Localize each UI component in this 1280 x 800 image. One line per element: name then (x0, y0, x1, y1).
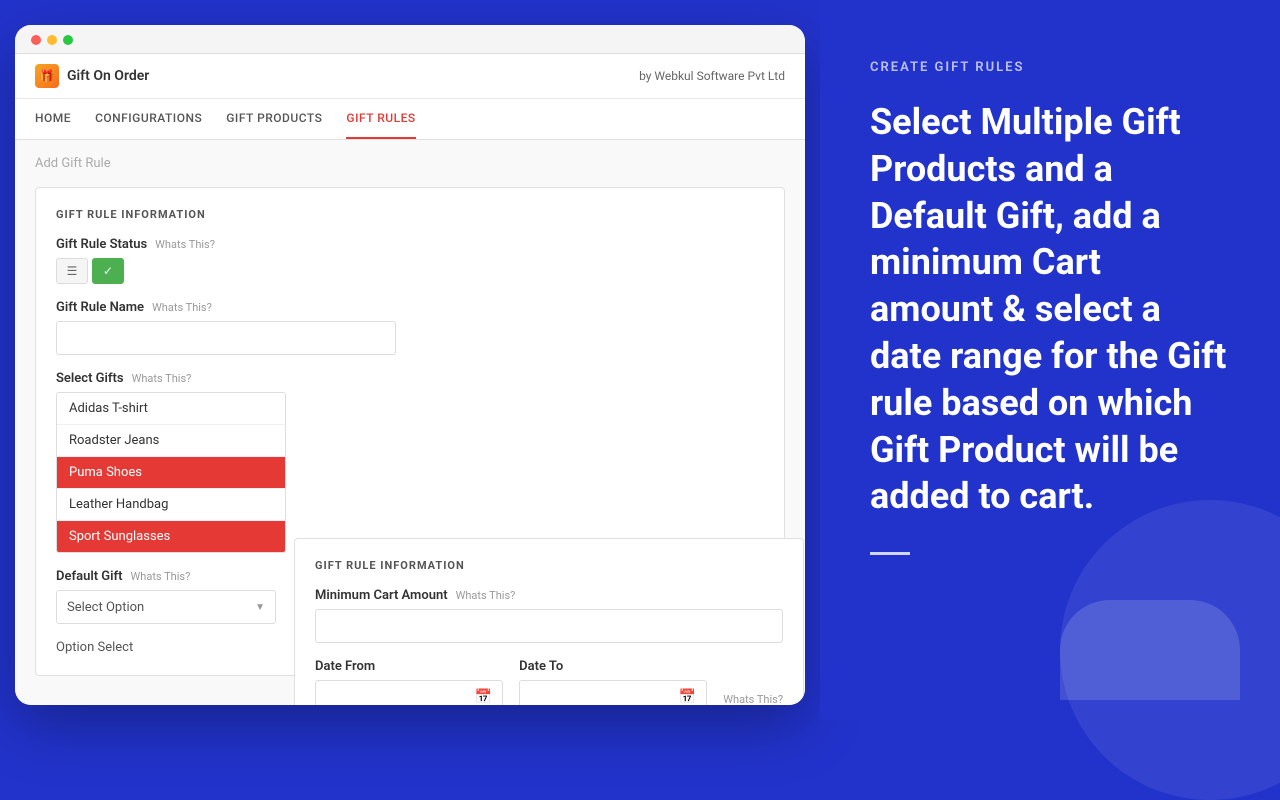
right-panel-title: CREATE GIFT RULES (870, 60, 1230, 75)
deco-circle-2 (1060, 600, 1240, 700)
overlay-card: GIFT RULE INFORMATION Minimum Cart Amoun… (294, 538, 804, 705)
browser-window: 🎁 Gift On Order by Webkul Software Pvt L… (15, 25, 805, 705)
list-item-selected[interactable]: Puma Shoes (57, 457, 285, 489)
default-gift-select[interactable]: Select Option ▼ (56, 590, 276, 624)
right-panel-divider (870, 552, 910, 555)
name-whats-this[interactable]: Whats This? (152, 301, 212, 314)
min-cart-input[interactable] (315, 609, 783, 643)
calendar-icon: 📅 (475, 689, 492, 705)
date-from-input[interactable]: 📅 (315, 680, 503, 705)
app-nav: HOME CONFIGURATIONS GIFT PRODUCTS GIFT R… (15, 99, 805, 140)
page-title: Add Gift Rule (35, 156, 785, 171)
name-label: Gift Rule Name Whats This? (56, 300, 764, 315)
date-whats-this[interactable]: Whats This? (723, 693, 783, 705)
section-title: GIFT RULE INFORMATION (56, 208, 764, 221)
main-layout: 🎁 Gift On Order by Webkul Software Pvt L… (0, 0, 1280, 720)
default-gift-whats-this[interactable]: Whats This? (131, 570, 191, 583)
date-to-col: Date To 📅 (519, 659, 707, 705)
min-cart-group: Minimum Cart Amount Whats This? (315, 588, 783, 643)
list-item[interactable]: Leather Handbag (57, 489, 285, 521)
list-item[interactable]: Roadster Jeans (57, 425, 285, 457)
calendar-icon: 📅 (679, 689, 696, 705)
gift-rule-status-group: Gift Rule Status Whats This? ☰ ✓ (56, 237, 764, 284)
min-cart-label: Minimum Cart Amount Whats This? (315, 588, 783, 603)
min-cart-whats-this[interactable]: Whats This? (456, 589, 516, 602)
nav-gift-products[interactable]: GIFT PRODUCTS (226, 99, 322, 139)
nav-configurations[interactable]: CONFIGURATIONS (95, 99, 202, 139)
left-panel: 🎁 Gift On Order by Webkul Software Pvt L… (0, 0, 820, 720)
browser-chrome (15, 25, 805, 54)
app-content: Add Gift Rule GIFT RULE INFORMATION Gift… (15, 140, 805, 705)
gifts-whats-this[interactable]: Whats This? (132, 372, 192, 385)
close-dot[interactable] (31, 35, 41, 45)
minimize-dot[interactable] (47, 35, 57, 45)
app-logo: 🎁 Gift On Order (35, 64, 149, 88)
overlay-section-title: GIFT RULE INFORMATION (315, 559, 783, 572)
date-whats-this-col: Whats This? (723, 693, 783, 705)
toggle-list-icon[interactable]: ☰ (56, 258, 88, 284)
by-text: by Webkul Software Pvt Ltd (639, 69, 785, 83)
browser-dots (31, 35, 789, 45)
gift-select-list: Adidas T-shirt Roadster Jeans Puma Shoes… (56, 392, 286, 553)
status-label: Gift Rule Status Whats This? (56, 237, 764, 252)
toggle-check-icon[interactable]: ✓ (92, 258, 124, 284)
chevron-down-icon: ▼ (255, 602, 265, 613)
app-name: Gift On Order (67, 68, 149, 84)
date-to-input[interactable]: 📅 (519, 680, 707, 705)
date-to-label: Date To (519, 659, 707, 674)
date-from-label: Date From (315, 659, 503, 674)
main-card: GIFT RULE INFORMATION Gift Rule Status W… (35, 187, 785, 676)
select-gifts-label: Select Gifts Whats This? (56, 371, 764, 386)
list-item-selected[interactable]: Sport Sunglasses (57, 521, 285, 552)
gift-rule-name-input[interactable] (56, 321, 396, 355)
date-from-col: Date From 📅 (315, 659, 503, 705)
nav-gift-rules[interactable]: GIFT RULES (346, 99, 415, 139)
maximize-dot[interactable] (63, 35, 73, 45)
date-row: Date From 📅 Date To 📅 (315, 659, 783, 705)
app-header: 🎁 Gift On Order by Webkul Software Pvt L… (15, 54, 805, 99)
nav-home[interactable]: HOME (35, 99, 71, 139)
list-item[interactable]: Adidas T-shirt (57, 393, 285, 425)
select-option-label: Select Option (67, 600, 144, 615)
gift-rule-name-group: Gift Rule Name Whats This? (56, 300, 764, 355)
right-panel-description: Select Multiple Gift Products and a Defa… (870, 99, 1230, 520)
status-whats-this[interactable]: Whats This? (155, 238, 215, 251)
toggle-area: ☰ ✓ (56, 258, 764, 284)
select-gifts-group: Select Gifts Whats This? Adidas T-shirt … (56, 371, 764, 553)
right-panel: CREATE GIFT RULES Select Multiple Gift P… (820, 0, 1280, 720)
logo-icon: 🎁 (35, 64, 59, 88)
